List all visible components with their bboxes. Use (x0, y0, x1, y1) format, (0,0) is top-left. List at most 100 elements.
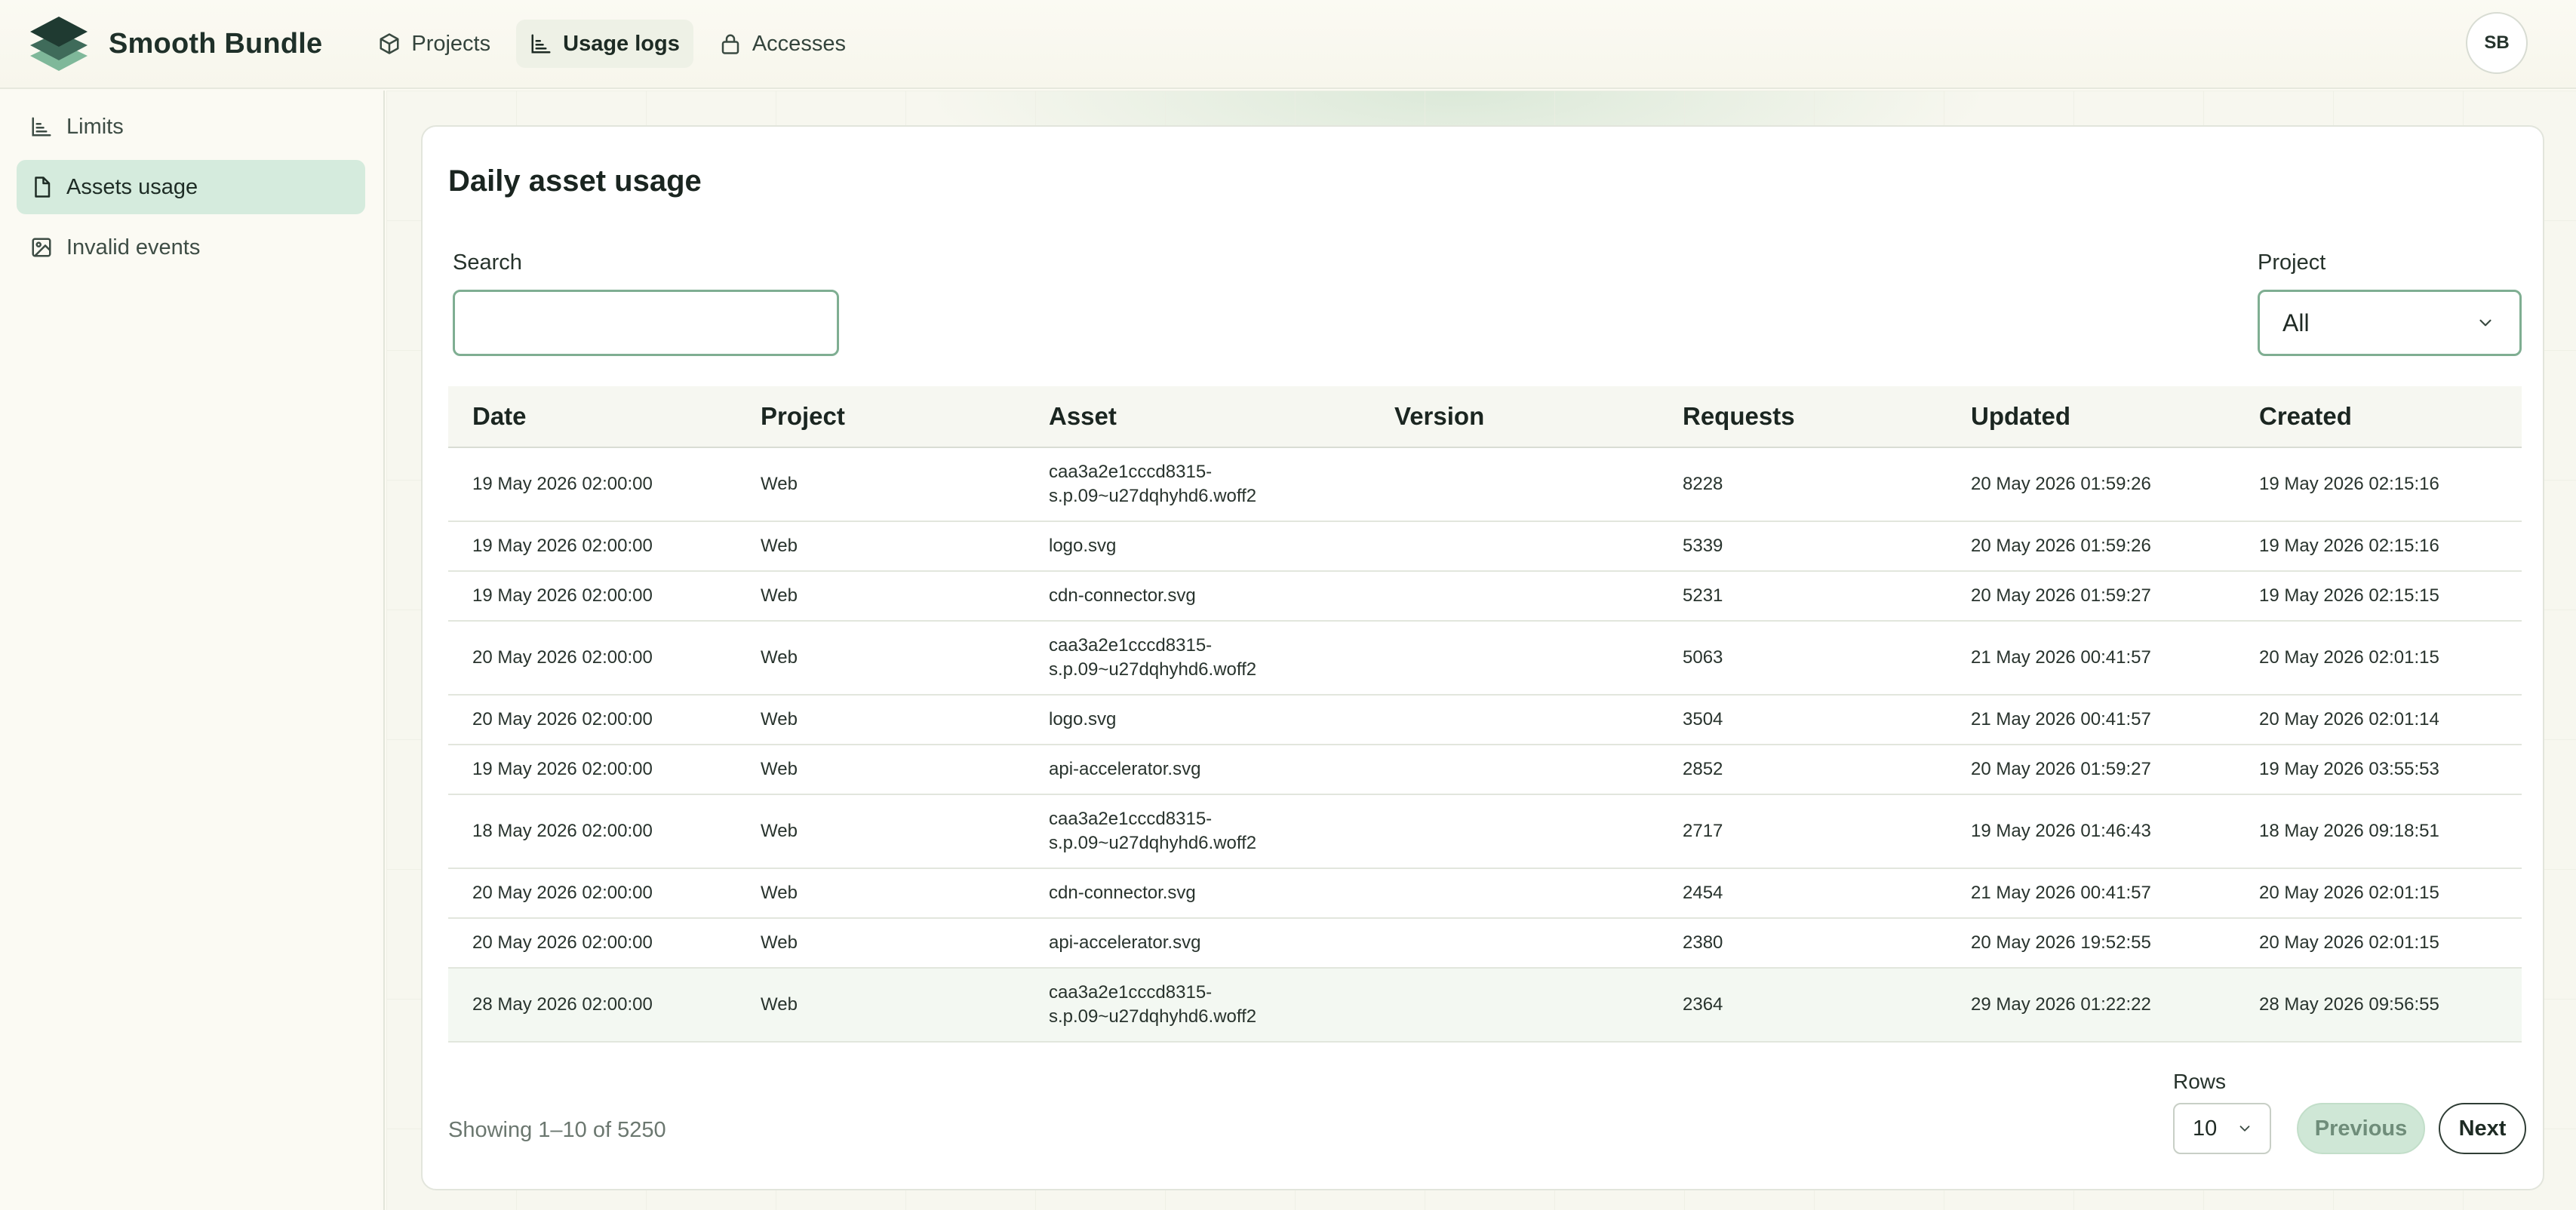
cell-requests: 2380 (1683, 932, 1723, 953)
cell-date: 19 May 2026 02:00:00 (472, 474, 653, 494)
table-row[interactable]: 20 May 2026 02:00:00 Web api-accelerator… (448, 919, 2522, 969)
cell-created: 19 May 2026 02:15:15 (2259, 585, 2439, 606)
cell-project: Web (761, 585, 798, 606)
lock-icon (721, 34, 739, 54)
asset-line: caa3a2e1cccd8315- (1049, 462, 1213, 482)
table-header: Date Project Asset Version Requests Upda… (448, 386, 2522, 448)
column-header-created[interactable]: Created (2235, 402, 2522, 431)
cell-project: Web (761, 821, 798, 841)
table-row[interactable]: 20 May 2026 02:00:00 Web cdn-connector.s… (448, 869, 2522, 919)
column-header-version[interactable]: Version (1370, 402, 1658, 431)
cell-asset: api-accelerator.svg (1049, 932, 1201, 953)
asset-line: caa3a2e1cccd8315- (1049, 635, 1213, 656)
cell-created: 20 May 2026 02:01:15 (2259, 932, 2439, 953)
cell-project: Web (761, 709, 798, 729)
table-row[interactable]: 18 May 2026 02:00:00 Web caa3a2e1cccd831… (448, 795, 2522, 869)
sidebar-item-limits[interactable]: Limits (17, 100, 365, 154)
table-row[interactable]: 20 May 2026 02:00:00 Web caa3a2e1cccd831… (448, 622, 2522, 696)
cell-created: 18 May 2026 09:18:51 (2259, 821, 2439, 841)
chevron-down-icon (2479, 319, 2491, 327)
table-row[interactable]: 28 May 2026 02:00:00 Web caa3a2e1cccd831… (448, 969, 2522, 1043)
brand[interactable]: Smooth Bundle (27, 12, 322, 75)
pagination-summary: Showing 1–10 of 5250 (448, 1118, 666, 1142)
rows-per-page-select[interactable]: 10 (2173, 1103, 2271, 1154)
cell-requests: 2364 (1683, 994, 1723, 1015)
column-header-asset[interactable]: Asset (1025, 402, 1370, 431)
column-header-project[interactable]: Project (736, 402, 1025, 431)
cell-created: 19 May 2026 02:15:16 (2259, 474, 2439, 494)
cell-project: Web (761, 647, 798, 668)
table-row[interactable]: 19 May 2026 02:00:00 Web caa3a2e1cccd831… (448, 448, 2522, 522)
cell-updated: 21 May 2026 00:41:57 (1971, 709, 2151, 729)
cell-requests: 3504 (1683, 709, 1723, 729)
cell-asset: cdn-connector.svg (1049, 585, 1196, 606)
chart-icon (32, 117, 51, 137)
sidebar: Limits Assets usage Invalid events (0, 91, 385, 1210)
column-header-updated[interactable]: Updated (1947, 402, 2235, 431)
cell-requests: 5063 (1683, 647, 1723, 668)
sidebar-item-assets-usage[interactable]: Assets usage (17, 160, 365, 214)
image-icon (32, 238, 51, 257)
cell-created: 20 May 2026 02:01:15 (2259, 883, 2439, 903)
cell-project: Web (761, 759, 798, 779)
cell-date: 18 May 2026 02:00:00 (472, 821, 653, 841)
cell-updated: 20 May 2026 19:52:55 (1971, 932, 2151, 953)
cell-requests: 5339 (1683, 536, 1723, 556)
cell-asset: caa3a2e1cccd8315- s.p.09~u27dqhyhd6.woff2 (1025, 634, 1370, 682)
cell-project: Web (761, 536, 798, 556)
project-select[interactable]: All (2258, 290, 2522, 356)
cell-updated: 20 May 2026 01:59:27 (1971, 585, 2151, 606)
cell-asset: caa3a2e1cccd8315- s.p.09~u27dqhyhd6.woff2 (1025, 981, 1370, 1029)
nav-item-accesses[interactable]: Accesses (705, 20, 859, 68)
table-row[interactable]: 19 May 2026 02:00:00 Web logo.svg 5339 2… (448, 522, 2522, 572)
cell-date: 20 May 2026 02:00:00 (472, 883, 653, 903)
cell-asset: logo.svg (1049, 709, 1117, 729)
cell-asset: logo.svg (1049, 536, 1117, 556)
cell-updated: 29 May 2026 01:22:22 (1971, 994, 2151, 1015)
asset-line: s.p.09~u27dqhyhd6.woff2 (1049, 486, 1257, 506)
cell-date: 19 May 2026 02:00:00 (472, 759, 653, 779)
cell-updated: 21 May 2026 00:41:57 (1971, 883, 2151, 903)
column-header-date[interactable]: Date (448, 402, 736, 431)
sidebar-item-label: Invalid events (66, 235, 201, 260)
table-row[interactable]: 19 May 2026 02:00:00 Web cdn-connector.s… (448, 572, 2522, 622)
nav-item-usage-logs[interactable]: Usage logs (516, 20, 693, 68)
avatar[interactable]: SB (2466, 12, 2528, 74)
card-title: Daily asset usage (448, 164, 702, 198)
nav-item-projects[interactable]: Projects (364, 20, 504, 68)
cell-project: Web (761, 994, 798, 1015)
asset-usage-card: Daily asset usage Search Project All Dat… (421, 125, 2544, 1190)
main-content: Daily asset usage Search Project All Dat… (386, 91, 2576, 1210)
top-bar: Smooth Bundle Projects Usage logs Access… (0, 0, 2576, 89)
project-filter-label: Project (2258, 250, 2326, 275)
cell-requests: 2717 (1683, 821, 1723, 841)
project-select-value: All (2282, 309, 2310, 336)
rows-per-page-value: 10 (2193, 1116, 2218, 1141)
cell-updated: 19 May 2026 01:46:43 (1971, 821, 2151, 841)
cell-requests: 5231 (1683, 585, 1723, 606)
cell-created: 19 May 2026 02:15:16 (2259, 536, 2439, 556)
next-page-button[interactable]: Next (2439, 1103, 2526, 1154)
asset-line: s.p.09~u27dqhyhd6.woff2 (1049, 659, 1257, 680)
cell-updated: 20 May 2026 01:59:26 (1971, 536, 2151, 556)
asset-line: caa3a2e1cccd8315- (1049, 809, 1213, 829)
cell-created: 28 May 2026 09:56:55 (2259, 994, 2439, 1015)
cell-updated: 20 May 2026 01:59:26 (1971, 474, 2151, 494)
search-input[interactable] (453, 290, 839, 356)
sidebar-item-invalid-events[interactable]: Invalid events (17, 220, 365, 275)
cell-created: 20 May 2026 02:01:14 (2259, 709, 2439, 729)
cell-updated: 20 May 2026 01:59:27 (1971, 759, 2151, 779)
cell-date: 19 May 2026 02:00:00 (472, 536, 653, 556)
cell-project: Web (761, 932, 798, 953)
asset-line: s.p.09~u27dqhyhd6.woff2 (1049, 1006, 1257, 1027)
cell-date: 20 May 2026 02:00:00 (472, 932, 653, 953)
previous-page-button[interactable]: Previous (2297, 1103, 2425, 1154)
cell-asset: api-accelerator.svg (1049, 759, 1201, 779)
cell-updated: 21 May 2026 00:41:57 (1971, 647, 2151, 668)
column-header-requests[interactable]: Requests (1658, 402, 1947, 431)
table-row[interactable]: 20 May 2026 02:00:00 Web logo.svg 3504 2… (448, 696, 2522, 745)
cell-date: 19 May 2026 02:00:00 (472, 585, 653, 606)
cell-asset: caa3a2e1cccd8315- s.p.09~u27dqhyhd6.woff2 (1025, 460, 1370, 508)
cell-created: 19 May 2026 03:55:53 (2259, 759, 2439, 779)
table-row[interactable]: 19 May 2026 02:00:00 Web api-accelerator… (448, 745, 2522, 795)
